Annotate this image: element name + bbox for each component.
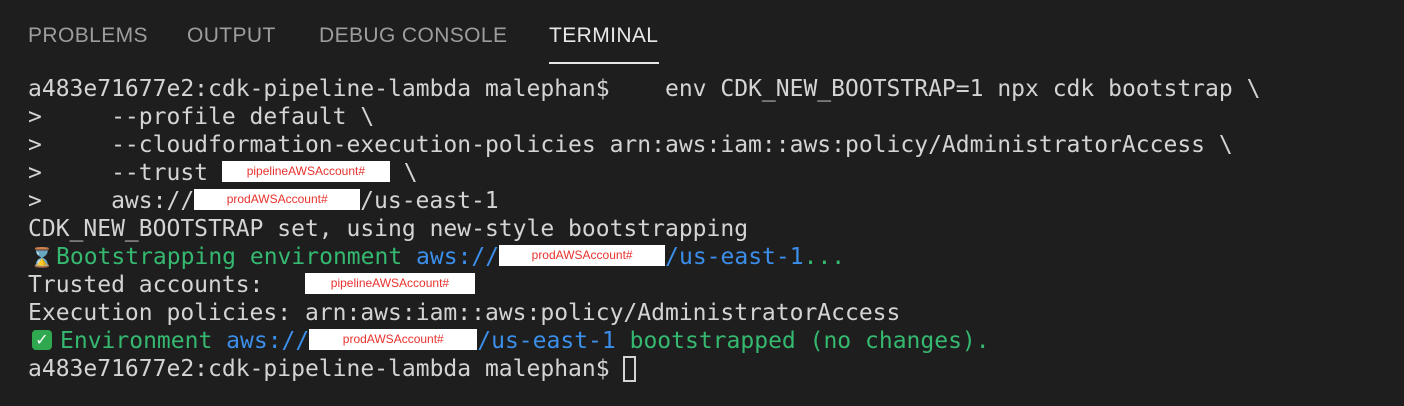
- tab-problems[interactable]: PROBLEMS: [28, 24, 148, 48]
- output-execution-policies: Execution policies: arn:aws:iam::aws:pol…: [28, 300, 901, 326]
- line-continuation: \: [389, 160, 418, 186]
- text-cursor: [623, 355, 637, 382]
- output-trusted-accounts: Trusted accounts: pipelineAWSAccount#: [28, 271, 475, 299]
- redaction-box: pipelineAWSAccount#: [221, 161, 390, 182]
- output-bootstrap-mode: CDK_NEW_BOOTSTRAP set, using new-style b…: [28, 216, 749, 242]
- bootstrapped-status: bootstrapped (no changes).: [615, 328, 990, 354]
- tab-terminal[interactable]: TERMINAL: [549, 24, 658, 48]
- trust-flag: > --trust: [28, 160, 222, 186]
- bootstrap-command: env CDK_NEW_BOOTSTRAP=1 npx cdk bootstra…: [609, 76, 1261, 102]
- command-line: a483e71677e2:cdk-pipeline-lambda malepha…: [28, 75, 1260, 103]
- env-region: /us-east-1: [360, 188, 499, 214]
- env-protocol: aws://: [226, 328, 310, 354]
- continuation-line-trust: > --trust pipelineAWSAccount# \: [28, 159, 418, 187]
- output-bootstrapping: ⌛Bootstrapping environment aws://prodAWS…: [28, 243, 845, 271]
- env-region: /us-east-1: [665, 244, 804, 270]
- env-region: /us-east-1: [477, 328, 616, 354]
- env-protocol: aws://: [416, 244, 500, 270]
- environment-label: Environment: [60, 328, 227, 354]
- redaction-box: prodAWSAccount#: [194, 189, 361, 210]
- hourglass-icon: ⌛: [30, 247, 54, 269]
- continuation-line-env: > aws://prodAWSAccount#/us-east-1: [28, 187, 499, 215]
- active-tab-indicator: [549, 62, 659, 64]
- env-prefix: > aws://: [28, 188, 195, 214]
- terminal-prompt: a483e71677e2:cdk-pipeline-lambda malepha…: [28, 356, 624, 382]
- bootstrapping-label: Bootstrapping environment: [56, 244, 417, 270]
- terminal-prompt: a483e71677e2:cdk-pipeline-lambda malepha…: [28, 76, 610, 102]
- continuation-line-policies: > --cloudformation-execution-policies ar…: [28, 132, 1233, 158]
- redaction-box: prodAWSAccount#: [309, 329, 478, 350]
- panel-tab-bar: PROBLEMS OUTPUT DEBUG CONSOLE TERMINAL: [0, 0, 1404, 70]
- ellipsis: ...: [803, 244, 846, 270]
- output-environment-result: ✓ Environment aws://prodAWSAccount#/us-ea…: [28, 327, 990, 355]
- redaction-box: pipelineAWSAccount#: [304, 273, 475, 294]
- tab-output[interactable]: OUTPUT: [187, 24, 276, 48]
- final-prompt-line: a483e71677e2:cdk-pipeline-lambda malepha…: [28, 355, 637, 383]
- trusted-accounts-label: Trusted accounts:: [28, 272, 305, 298]
- terminal-output[interactable]: a483e71677e2:cdk-pipeline-lambda malepha…: [28, 72, 1388, 392]
- continuation-line-profile: > --profile default \: [28, 104, 375, 130]
- tab-debug-console[interactable]: DEBUG CONSOLE: [319, 24, 507, 48]
- redaction-box: prodAWSAccount#: [499, 245, 666, 266]
- checkmark-icon: ✓: [32, 329, 52, 350]
